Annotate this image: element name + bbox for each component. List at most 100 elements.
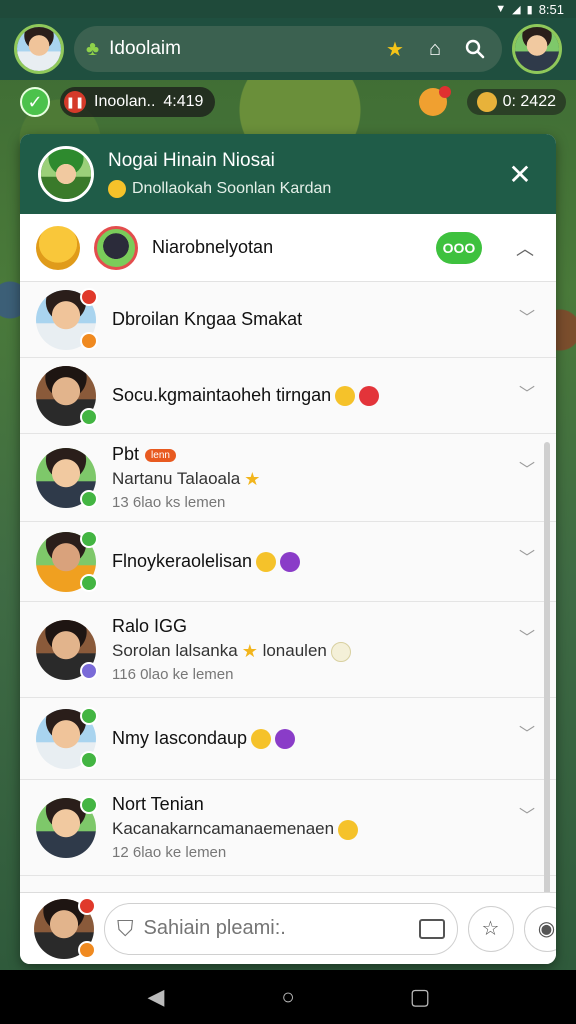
featured-name: Niarobnelyotan (152, 237, 274, 257)
chat-panel: Nogai Hinain Niosai Dnollaokah Soonlan K… (20, 134, 556, 964)
robot-avatar[interactable] (94, 225, 138, 270)
app-title-bar[interactable]: ♣ Idoolaim ★ ⌂ (74, 26, 502, 72)
devil-emoji-icon (280, 552, 301, 573)
heart-emoji-icon (359, 386, 380, 407)
laugh-emoji-icon (335, 386, 356, 407)
chevron-down-icon[interactable]: ﹀ (514, 624, 540, 648)
list-item[interactable]: Flnoykeraolelisan ﹀ (20, 522, 556, 602)
card-icon[interactable] (418, 918, 445, 939)
shield-icon[interactable]: ⛉ (117, 916, 134, 942)
group-avatar[interactable] (38, 146, 94, 202)
message-composer: ⛉ ☆ ◉ (20, 892, 556, 964)
chat-name: Socu.kgmaintaoheh tirngan (112, 384, 332, 405)
status-badge (80, 287, 98, 306)
home-icon[interactable]: ⌂ (420, 34, 450, 64)
recents-icon[interactable]: ▢ (400, 984, 440, 1010)
coin-icon (476, 92, 497, 112)
chat-time: 12 6lao ke lemen (112, 843, 227, 861)
record-icon[interactable]: ◉ (523, 905, 556, 952)
chat-name: Flnoykeraolelisan (112, 550, 253, 571)
pause-icon: ❚❚ (64, 91, 86, 113)
character-icon[interactable] (418, 86, 451, 116)
back-icon[interactable]: ◀ (136, 984, 176, 1010)
home-circle-icon[interactable]: ○ (268, 984, 308, 1010)
chat-time: 13 6lao ks lemen (112, 494, 226, 511)
coin-counter: 0: 2422 (466, 89, 566, 115)
signal-icon: ◢ (512, 3, 521, 16)
chevron-down-icon[interactable]: ﹀ (514, 544, 540, 568)
status-badge (78, 940, 96, 959)
chat-name: Ralo IGG (112, 615, 188, 636)
laugh-emoji-icon (251, 729, 272, 750)
status-time: 8:51 (538, 1, 564, 17)
chevron-up-icon[interactable]: ︿ (510, 235, 540, 261)
game-hud: ✓ ❚❚ Inoolan.. 4:419 0: 2422 (20, 86, 566, 118)
list-item[interactable]: Dbroilan Kngaa Smakat ﹀ (20, 282, 556, 358)
chat-name: Nmy Iascondaup (112, 727, 248, 748)
status-badge (78, 896, 96, 915)
status-badge (80, 795, 98, 814)
egg-emoji-icon (330, 641, 351, 662)
status-badge (80, 706, 98, 725)
chat-name: Pbt (112, 443, 140, 464)
smile-icon (108, 180, 126, 198)
player-value: 4:419 (163, 93, 204, 110)
star-icon[interactable]: ★ (380, 34, 410, 64)
coin-value: 0: 2422 (502, 93, 556, 110)
star-emoji-icon: ★ (241, 641, 258, 661)
chat-message: Kacanakarncamanaemenaen (112, 819, 335, 839)
message-input[interactable] (143, 917, 409, 940)
list-item[interactable]: Nmy Iascondaup ﹀ (20, 698, 556, 780)
chat-time: 116 0lao ke lemen (112, 666, 234, 683)
chevron-down-icon[interactable]: ﹀ (514, 802, 540, 826)
new-tag: lenn (145, 448, 176, 462)
chat-message: Nartanu Talaoala (112, 468, 241, 488)
list-item[interactable]: Pbt lenn Nartanu Talaoala ★ 13 6lao ks lem… (20, 434, 556, 522)
search-icon[interactable] (460, 34, 490, 64)
leaf-hud-icon[interactable]: ✓ (20, 87, 50, 117)
friend-avatar[interactable] (512, 24, 562, 74)
wifi-icon: ▼ (495, 3, 507, 15)
top-app-bar: ♣ Idoolaim ★ ⌂ (0, 18, 576, 80)
close-icon[interactable]: ✕ (502, 158, 538, 191)
chevron-down-icon[interactable]: ﹀ (514, 304, 540, 328)
player-status-pill[interactable]: ❚❚ Inoolan.. 4:419 (60, 87, 216, 117)
chevron-down-icon[interactable]: ﹀ (514, 380, 540, 404)
star-outline-icon[interactable]: ☆ (467, 905, 514, 952)
panel-title: Nogai Hinain Niosai (108, 150, 275, 171)
profile-avatar[interactable] (14, 24, 64, 74)
chevron-down-icon[interactable]: ﹀ (514, 720, 540, 744)
status-badge (80, 489, 98, 508)
status-badge (80, 331, 98, 350)
message-input-box[interactable]: ⛉ (104, 902, 458, 955)
leaf-icon: ♣ (86, 37, 100, 60)
battery-icon: ▮ (526, 3, 533, 16)
status-badge (80, 407, 98, 426)
list-item[interactable]: Socu.kgmaintaoheh tirngan ﹀ (20, 358, 556, 434)
chevron-down-icon[interactable]: ﹀ (514, 456, 540, 480)
chat-panel-header: Nogai Hinain Niosai Dnollaokah Soonlan K… (20, 134, 556, 214)
notification-dot (438, 86, 451, 98)
featured-row[interactable]: Niarobnelyotan OOO ︿ (20, 214, 556, 282)
chat-message-extra: lonaulen (262, 640, 327, 660)
system-nav-bar: ◀ ○ ▢ (0, 970, 576, 1024)
chat-message: Sorolan lalsanka (112, 640, 238, 660)
devil-emoji-icon (275, 729, 296, 750)
status-badge (80, 750, 98, 769)
list-item[interactable]: Nort Tenian Kacanakarncamanaemenaen 12 6… (20, 780, 556, 876)
scrollbar[interactable] (544, 442, 550, 964)
laugh-emoji-icon (256, 552, 277, 573)
chat-list: Dbroilan Kngaa Smakat ﹀ Socu.kgmaintaohe… (20, 282, 556, 964)
mascot-icon (36, 225, 80, 270)
status-badge (80, 529, 98, 548)
chat-name: Nort Tenian (112, 794, 204, 815)
panel-subtitle: Dnollaokah Soonlan Kardan (132, 180, 332, 197)
player-label: Inoolan.. (94, 93, 156, 110)
star-emoji-icon: ★ (244, 469, 261, 489)
chat-name: Dbroilan Kngaa Smakat (112, 309, 303, 329)
list-item[interactable]: Ralo IGG Sorolan lalsanka ★ lonaulen 116 … (20, 602, 556, 698)
laugh-emoji-icon (338, 819, 359, 840)
app-title: Idoolaim (109, 38, 181, 59)
status-badge (80, 661, 98, 680)
toggle-button[interactable]: OOO (436, 231, 482, 264)
